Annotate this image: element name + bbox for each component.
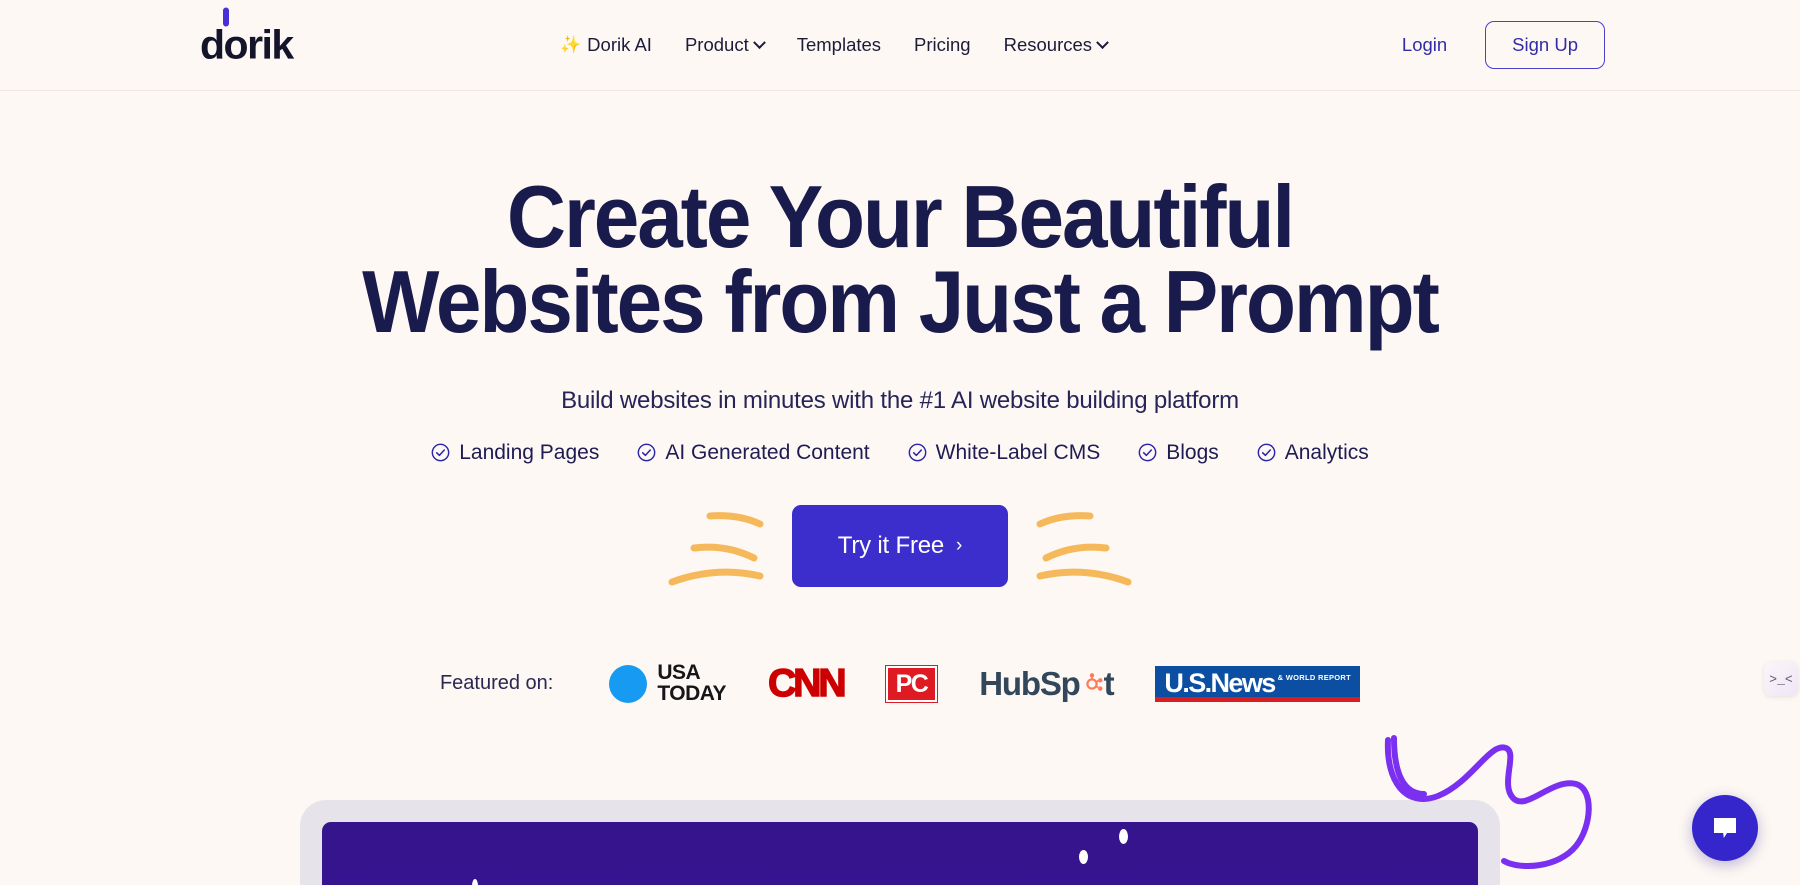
try-it-free-button[interactable]: Try it Free › bbox=[791, 504, 1009, 587]
logo-cnn: CNN bbox=[767, 661, 847, 706]
headline-line-1: Create Your Beautiful bbox=[506, 167, 1295, 266]
dorik-logo[interactable]: dorik bbox=[200, 7, 294, 68]
hubspot-text-2: t bbox=[1103, 664, 1115, 702]
mockup-dot bbox=[472, 879, 478, 885]
feature-label: Blogs bbox=[1166, 440, 1219, 464]
mockup-dot bbox=[1119, 829, 1128, 844]
page-title: Create Your Beautiful Websites from Just… bbox=[63, 173, 1737, 352]
usa-today-line2: TODAY bbox=[657, 681, 727, 705]
nav-item-resources[interactable]: Resources bbox=[1003, 34, 1109, 56]
hero-section: Create Your Beautiful Websites from Just… bbox=[0, 91, 1800, 706]
hubspot-sprocket-icon bbox=[1085, 672, 1103, 691]
nav-item-dorik-ai[interactable]: ✨ Dorik AI bbox=[560, 34, 652, 56]
hero-subtitle: Build websites in minutes with the #1 AI… bbox=[561, 386, 1239, 414]
feature-label: AI Generated Content bbox=[665, 440, 870, 464]
hubspot-text-1: HubSp bbox=[979, 664, 1081, 702]
feature-item-blogs: Blogs bbox=[1138, 441, 1219, 465]
feature-item-white-label-cms: White-Label CMS bbox=[908, 440, 1101, 465]
feature-label: White-Label CMS bbox=[935, 440, 1101, 464]
logo-wordmark: dorik bbox=[200, 7, 294, 68]
headline-line-2: Websites from Just a Prompt bbox=[362, 252, 1440, 352]
mini-widget-tab[interactable]: >_< bbox=[1764, 662, 1798, 696]
us-news-sub-text: & WORLD REPORT bbox=[1277, 672, 1352, 682]
check-circle-icon bbox=[431, 443, 450, 462]
logo-us-news: U.S.News & WORLD REPORT bbox=[1155, 665, 1361, 702]
chevron-right-icon: › bbox=[956, 534, 963, 556]
feature-list: Landing Pages AI Generated Content White… bbox=[0, 441, 1800, 465]
decor-strokes-right bbox=[1026, 500, 1136, 605]
browser-mockup bbox=[300, 800, 1500, 885]
sparkle-icon: ✨ bbox=[560, 35, 582, 54]
signup-button[interactable]: Sign Up bbox=[1485, 21, 1605, 69]
logo-hubspot: HubSp t bbox=[979, 664, 1115, 703]
feature-label: Analytics bbox=[1284, 440, 1369, 464]
feature-item-landing-pages: Landing Pages bbox=[431, 441, 599, 465]
logo-text: dorik bbox=[200, 21, 294, 68]
check-circle-icon bbox=[908, 443, 927, 462]
check-circle-icon bbox=[1257, 443, 1276, 462]
check-circle-icon bbox=[1138, 443, 1157, 462]
landing-page: dorik ✨ Dorik AI Product Templates Prici… bbox=[0, 0, 1800, 885]
usa-today-dot-icon bbox=[609, 664, 648, 703]
feature-label: Landing Pages bbox=[459, 440, 600, 464]
feature-item-ai-generated-content: AI Generated Content bbox=[637, 440, 870, 465]
nav-label: Pricing bbox=[914, 34, 971, 55]
mockup-arc-decor bbox=[1165, 822, 1478, 885]
chevron-down-icon bbox=[1096, 35, 1109, 49]
chevron-down-icon bbox=[752, 35, 766, 49]
decor-strokes-left bbox=[664, 500, 774, 605]
site-header: dorik ✨ Dorik AI Product Templates Prici… bbox=[0, 0, 1800, 91]
us-news-main-text: U.S.News bbox=[1164, 667, 1276, 698]
featured-on-bar: Featured on: USA TODAY CNN PC HubSp t U.… bbox=[0, 661, 1800, 706]
mockup-dot bbox=[1079, 850, 1088, 864]
nav-label: Templates bbox=[796, 34, 882, 55]
nav-item-product[interactable]: Product bbox=[684, 34, 766, 56]
nav-item-pricing[interactable]: Pricing bbox=[914, 34, 971, 56]
usa-today-text: USA TODAY bbox=[657, 661, 727, 705]
chat-widget-button[interactable] bbox=[1692, 795, 1758, 861]
main-navigation: ✨ Dorik AI Product Templates Pricing Res… bbox=[560, 34, 1109, 56]
chat-bubble-icon bbox=[1714, 818, 1736, 838]
cta-label: Try it Free bbox=[837, 531, 945, 559]
logo-accent-tick bbox=[223, 7, 229, 27]
cta-container: Try it Free › bbox=[668, 504, 1132, 587]
nav-label: Dorik AI bbox=[587, 34, 652, 55]
check-circle-icon bbox=[637, 443, 656, 462]
logo-pc-magazine: PC bbox=[884, 664, 939, 703]
nav-label: Resources bbox=[1003, 34, 1093, 55]
nav-label: Product bbox=[684, 34, 749, 55]
auth-actions: Login Sign Up bbox=[1402, 21, 1605, 69]
mockup-screen bbox=[322, 822, 1478, 885]
feature-item-analytics: Analytics bbox=[1257, 441, 1369, 465]
login-link[interactable]: Login bbox=[1402, 34, 1447, 56]
nav-item-templates[interactable]: Templates bbox=[797, 34, 881, 56]
usa-today-line1: USA bbox=[657, 661, 701, 685]
logo-usa-today: USA TODAY bbox=[609, 661, 727, 705]
featured-on-label: Featured on: bbox=[439, 672, 554, 695]
